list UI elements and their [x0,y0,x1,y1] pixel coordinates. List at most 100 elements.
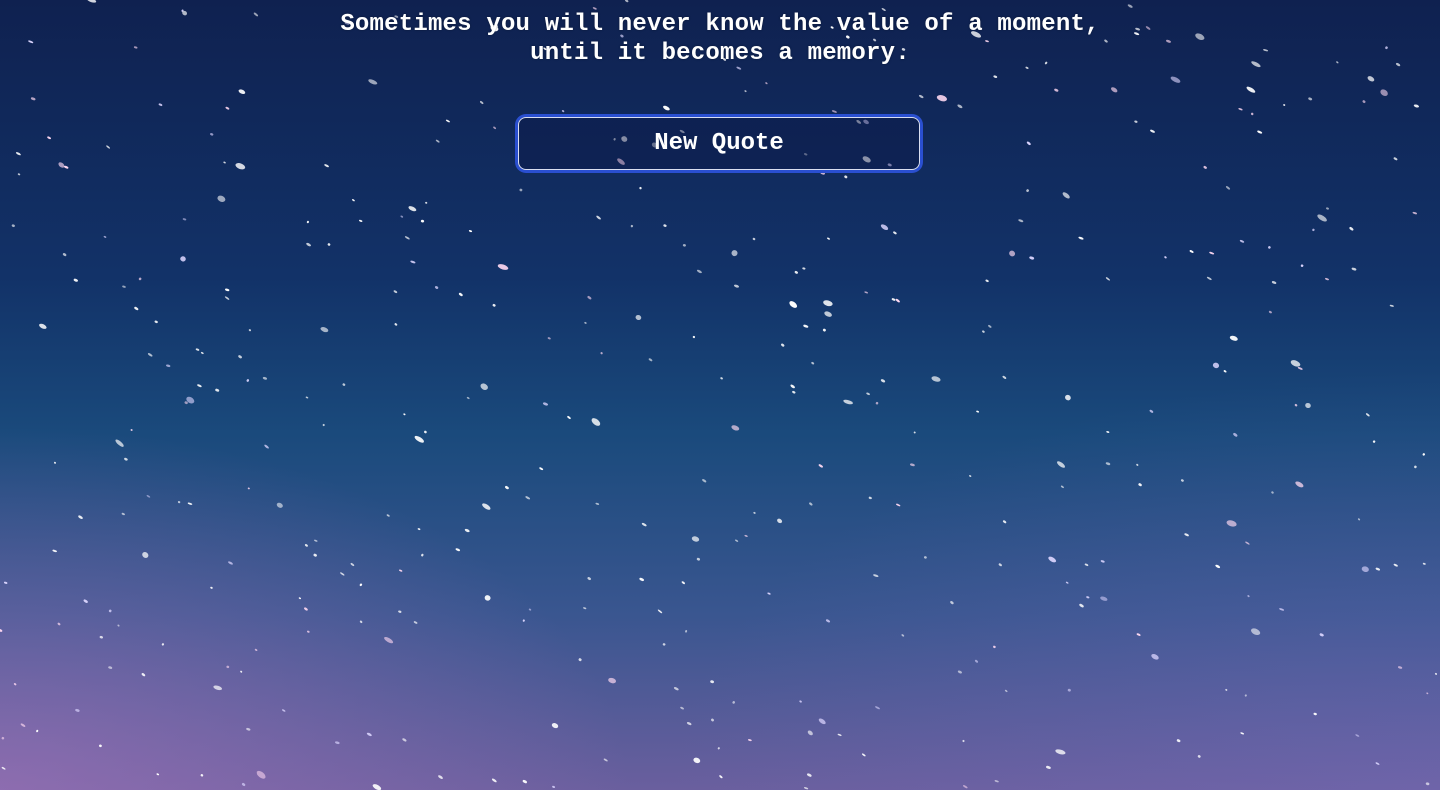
star [492,303,496,307]
star [1233,432,1238,437]
star [1054,88,1059,92]
star [600,352,603,355]
star [1257,130,1263,134]
star [719,775,723,779]
star [1105,462,1111,466]
star [781,343,785,347]
star [950,601,954,605]
star [424,430,427,434]
star [893,231,897,235]
star [1300,264,1304,267]
star [1150,129,1155,133]
star [804,787,809,790]
star [1018,219,1024,223]
star [1357,518,1361,521]
star [438,775,443,779]
star [822,328,826,332]
star [1412,211,1418,215]
star [1138,483,1142,487]
star [1422,562,1426,565]
star [464,528,470,533]
star [1245,541,1250,545]
star [924,556,927,559]
star [1389,304,1394,307]
star [281,709,286,712]
star [1180,479,1184,482]
star [528,608,532,611]
star [1149,409,1154,413]
star [1283,104,1286,106]
star [994,780,999,783]
star [1239,239,1245,243]
star [807,730,813,736]
star [117,624,120,627]
star [765,82,768,85]
star [210,133,214,136]
star [146,495,151,498]
star [880,379,886,383]
star [731,425,740,431]
star [1055,749,1066,755]
star [223,161,226,164]
star [802,267,806,270]
star [264,444,269,449]
star [1271,491,1274,494]
star [837,733,842,737]
star [1312,228,1315,232]
star [417,528,421,531]
star [313,553,317,557]
star [1026,189,1029,192]
star [1226,520,1237,527]
star [1197,755,1201,758]
star [547,337,551,340]
star [595,502,600,505]
star [217,195,226,202]
star [342,383,346,386]
star [121,512,125,516]
star [639,577,645,581]
star [789,301,798,308]
star [368,79,378,85]
star [359,620,363,624]
star [130,429,133,431]
star [53,461,57,464]
star [78,515,83,519]
star [1375,567,1380,571]
star [138,277,142,281]
star [1268,310,1272,314]
star [1009,250,1016,257]
star [1029,256,1035,260]
new-quote-button[interactable]: New Quote [518,117,920,170]
star [1365,413,1370,417]
star [413,621,418,624]
star [720,377,723,380]
star [166,364,171,368]
star [1351,267,1357,271]
star [480,383,488,390]
star [1372,440,1376,443]
star [657,609,663,614]
star [827,237,830,240]
star [1134,120,1138,123]
star [1268,246,1271,249]
star [240,670,243,673]
star [587,577,591,581]
star [13,683,17,686]
star [693,757,701,764]
star [400,215,404,218]
star [30,97,36,101]
star [1111,87,1118,93]
star [896,503,901,507]
star [567,416,571,419]
star [1251,628,1261,636]
star [583,607,587,610]
star [1078,236,1084,240]
star [1056,461,1066,468]
star [794,270,798,274]
star [241,782,246,787]
star [1247,595,1250,598]
star [87,0,97,3]
star [226,665,230,669]
star [421,553,424,557]
star [811,362,815,365]
